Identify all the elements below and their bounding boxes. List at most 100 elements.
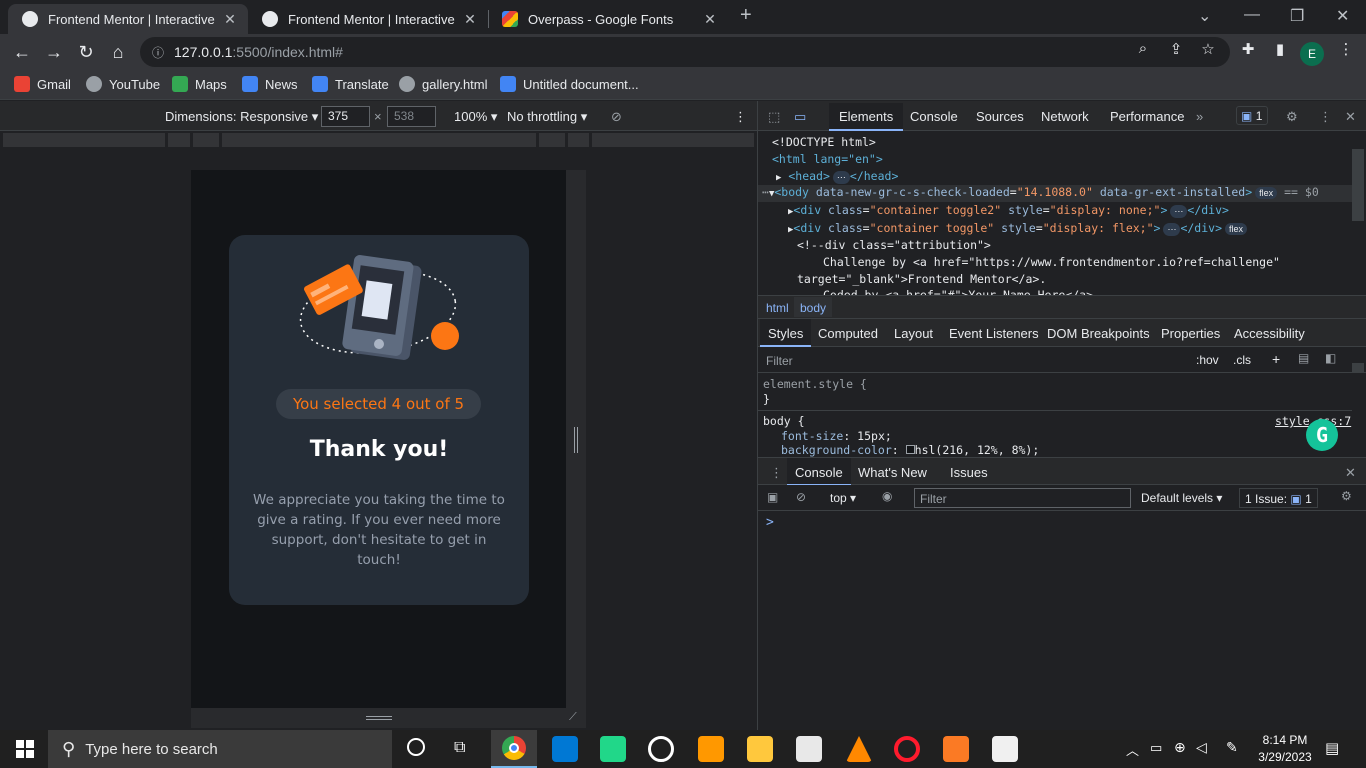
home-icon[interactable]: ⌂ [106, 40, 130, 64]
device-options-kebab-icon[interactable]: ⋮ [734, 109, 747, 125]
sublime-text-icon[interactable] [698, 736, 724, 762]
back-arrow-icon[interactable]: ← [10, 40, 34, 64]
flex-badge[interactable]: flex [1255, 187, 1278, 199]
microsoft-store-icon[interactable] [992, 736, 1018, 762]
ruler-segment[interactable] [222, 133, 536, 147]
default-levels-dropdown[interactable]: Default levels ▾ [1141, 491, 1222, 505]
issues-counter[interactable]: ▣ 1 [1236, 106, 1268, 125]
bookmark-news[interactable]: News [242, 76, 298, 92]
tab-computed[interactable]: Computed [818, 326, 878, 341]
side-panel-icon[interactable]: ▮ [1270, 40, 1290, 58]
width-input[interactable]: 375 [321, 106, 370, 127]
close-devtools-icon[interactable]: ✕ [1345, 109, 1356, 125]
tab-layout[interactable]: Layout [894, 326, 933, 341]
obs-icon[interactable] [648, 736, 674, 762]
task-view-icon[interactable]: ⧉ [454, 739, 465, 757]
console-settings-gear-icon[interactable]: ⚙ [1341, 489, 1352, 503]
drawer-tab-whats-new[interactable]: What's New [858, 465, 927, 480]
viewport-resize-handle-right[interactable] [566, 170, 586, 708]
new-style-rule-plus-icon[interactable]: + [1272, 351, 1280, 367]
ruler-segment[interactable] [168, 133, 190, 147]
pycharm-icon[interactable] [600, 736, 626, 762]
close-window-icon[interactable]: ✕ [1336, 6, 1349, 26]
dimensions-dropdown[interactable]: Dimensions: Responsive ▾ [165, 109, 318, 125]
tree-html[interactable]: <html lang="en"> [772, 152, 883, 166]
menu-kebab-icon[interactable]: ⋮ [1336, 40, 1356, 58]
body-rule-selector[interactable]: body { [763, 414, 805, 428]
flex-badge[interactable]: flex [1225, 223, 1248, 235]
show-hidden-icons-chevron-icon[interactable]: ︿ [1126, 740, 1139, 759]
tree-div-toggle[interactable]: ▶<div class="container toggle" style="di… [788, 221, 1248, 236]
ruler-segment[interactable] [592, 133, 754, 147]
css-declaration[interactable]: font-size: 15px; [781, 429, 892, 443]
context-selector[interactable]: top ▾ [830, 491, 856, 505]
color-swatch[interactable] [905, 445, 915, 454]
clear-console-icon[interactable]: ⊘ [796, 490, 806, 504]
hov-toggle[interactable]: :hov [1196, 353, 1219, 367]
chrome-taskbar-button[interactable] [491, 730, 537, 768]
toggle-sidebar-icon[interactable]: ◧ [1325, 351, 1336, 365]
xampp-icon[interactable] [943, 736, 969, 762]
tree-comment-line[interactable]: Coded by <a href="#">Your Name Here</a>. [823, 288, 1100, 295]
tab-properties[interactable]: Properties [1161, 326, 1220, 341]
bookmark-translate[interactable]: Translate [312, 76, 389, 92]
bookmark-gmail[interactable]: Gmail [14, 76, 71, 92]
ruler-segment[interactable] [539, 133, 565, 147]
browser-tab-1[interactable]: Frontend Mentor | Interactive rat ✕ [8, 4, 248, 34]
issues-button[interactable]: 1 Issue: ▣ 1 [1239, 488, 1318, 508]
site-info-icon[interactable]: ⓘ [152, 44, 164, 61]
bookmark-star-icon[interactable]: ☆ [1198, 40, 1218, 58]
taskbar-search[interactable]: ⚲ Type here to search [48, 730, 392, 768]
tree-head[interactable]: ▶ <head> ⋯ </head> [776, 169, 898, 184]
settings-gear-icon[interactable]: ⚙ [1286, 109, 1298, 125]
restore-icon[interactable]: ❐ [1290, 6, 1304, 26]
drawer-tab-issues[interactable]: Issues [950, 465, 988, 480]
element-style-rule[interactable]: element.style { [763, 377, 867, 391]
expand-triangle-icon[interactable]: ▶ [776, 173, 781, 183]
css-declaration[interactable]: background-color: hsl(216, 12%, 8%); [781, 443, 1039, 457]
tab-console[interactable]: Console [910, 109, 958, 124]
breadcrumb-body[interactable]: body [794, 297, 833, 317]
vscode-icon[interactable] [552, 736, 578, 762]
devtools-menu-kebab-icon[interactable]: ⋮ [1319, 109, 1332, 125]
throttling-dropdown[interactable]: No throttling ▾ [507, 109, 587, 125]
vlc-icon[interactable] [846, 736, 872, 762]
windows-start-icon[interactable] [16, 740, 34, 758]
notification-center-icon[interactable]: ▤ [1325, 739, 1339, 757]
tab-elements[interactable]: Elements [829, 103, 904, 131]
tab-styles[interactable]: Styles [760, 319, 812, 347]
tab-search-chevron-icon[interactable]: ⌄ [1198, 6, 1211, 26]
tree-div-toggle2[interactable]: ▶<div class="container toggle2" style="d… [788, 203, 1229, 218]
corner-resize-icon[interactable]: ⟋ [569, 711, 577, 724]
close-tab-icon[interactable]: ✕ [222, 11, 238, 28]
browser-tab-3[interactable]: Overpass - Google Fonts ✕ [488, 4, 728, 34]
console-filter-input[interactable]: Filter [914, 488, 1131, 508]
device-toggle-icon[interactable]: ▭ [794, 109, 806, 125]
bookmark-maps[interactable]: Maps [172, 76, 227, 92]
tree-comment-line[interactable]: target="_blank">Frontend Mentor</a>. [797, 272, 1046, 286]
system-clock[interactable]: 8:14 PM 3/29/2023 [1255, 732, 1315, 766]
forward-arrow-icon[interactable]: → [42, 40, 66, 64]
tab-sources[interactable]: Sources [976, 109, 1024, 124]
cortana-circle-icon[interactable] [407, 738, 425, 756]
zoom-dropdown[interactable]: 100% ▾ [454, 109, 497, 125]
tab-network[interactable]: Network [1041, 109, 1089, 124]
ruler-segment[interactable] [193, 133, 219, 147]
bookmark-gallery[interactable]: gallery.html [399, 76, 488, 92]
close-drawer-icon[interactable]: ✕ [1345, 465, 1356, 481]
address-bar[interactable]: ⓘ 127.0.0.1:5500/index.html# [140, 37, 1230, 67]
bookmark-untitled-document[interactable]: Untitled document... [500, 76, 639, 92]
file-explorer-icon[interactable] [747, 736, 773, 762]
share-icon[interactable]: ⇪ [1166, 40, 1186, 58]
tree-comment-line[interactable]: <!--div class="attribution"> [797, 238, 991, 252]
battery-icon[interactable]: ▭ [1150, 740, 1162, 756]
new-tab-plus-icon[interactable]: + [740, 4, 752, 27]
sidebar-toggle-icon[interactable]: ▣ [767, 490, 778, 504]
minimize-icon[interactable]: — [1244, 6, 1260, 24]
inspect-element-icon[interactable]: ⬚ [768, 109, 780, 125]
volume-icon[interactable]: ◁ [1196, 739, 1207, 756]
grammarly-icon[interactable]: G [1306, 419, 1338, 451]
browser-tab-2[interactable]: Frontend Mentor | Interactive rat ✕ [248, 4, 488, 34]
network-globe-icon[interactable]: ⊕ [1174, 739, 1186, 756]
extensions-puzzle-icon[interactable]: ✚ [1238, 40, 1258, 58]
